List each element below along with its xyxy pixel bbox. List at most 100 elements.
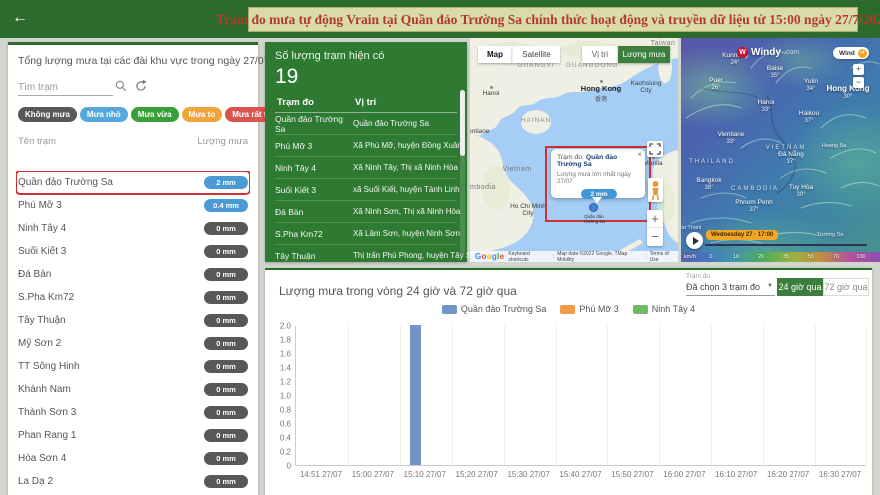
windy-map[interactable]: Kunming24°Puer26°Baise35°Yulin34°Hong Ko… [681, 38, 880, 262]
windy-zoom-out-button[interactable]: − [853, 77, 864, 88]
wind-speed-scale: km/h01020355570100 [681, 252, 880, 262]
stations-table-row[interactable]: Suối Kiết 3xã Suối Kiết, huyện Tánh Linh [275, 179, 457, 201]
zoom-out-button[interactable]: − [647, 228, 663, 246]
rain-level-chip-3[interactable]: Mưa to [182, 107, 223, 122]
map-data-text: Map data ©2022 Google, TMap Mobility [557, 251, 642, 263]
station-name: Thành Sơn 3 [18, 407, 76, 418]
play-button[interactable] [686, 232, 703, 249]
station-row[interactable]: Ninh Tây 40 mm [16, 217, 250, 240]
timeline-tooltip[interactable]: Wednesday 27 · 17:00 [706, 230, 778, 240]
station-name: Phú Mỡ 3 [18, 200, 62, 211]
last-72h-button[interactable]: 72 giờ qua [823, 278, 869, 296]
y-axis-tick: 0 [287, 462, 291, 471]
station-row[interactable]: Đá Bàn0 mm [16, 263, 250, 286]
stations-table-header: Trạm đo Vị trí [275, 89, 457, 113]
station-row[interactable]: Tây Thuận 0 mm [16, 309, 250, 332]
station-select-dropdown[interactable]: Đã chọn 3 trạm đo ▼ [686, 282, 775, 296]
legend-item[interactable]: Ninh Tây 4 [633, 304, 695, 314]
satellite-type-button[interactable]: Satellite [512, 46, 560, 63]
back-arrow-icon[interactable]: ← [12, 9, 28, 27]
map-type-button[interactable]: Map [478, 46, 512, 63]
gridline [607, 326, 608, 465]
station-name: Tây Thuận [18, 315, 66, 326]
city-dot [490, 86, 493, 89]
chevron-down-icon: ▼ [767, 283, 773, 289]
column-location: Vị trí [355, 97, 376, 108]
x-axis-tick: 16:10 27/07 [715, 470, 757, 479]
cell-location: xã Suối Kiết, huyện Tánh Linh [353, 185, 460, 194]
scrollbar-thumb[interactable] [460, 90, 465, 156]
refresh-icon[interactable] [134, 79, 148, 93]
chart-legend: Quần đảo Trường Sa Phú Mỡ 3 Ninh Tây 4 [265, 304, 872, 314]
location-tab-button[interactable]: Vị trí [582, 46, 618, 63]
gridline [711, 326, 712, 465]
cell-station: Phú Mỡ 3 [275, 141, 353, 151]
rain-amount-badge: 0.4 mm [204, 199, 248, 212]
windy-zoom-in-button[interactable]: + [853, 64, 864, 75]
station-row[interactable]: Quần đảo Trường Sa2 mm [16, 171, 250, 194]
gridline [815, 326, 816, 465]
zoom-in-button[interactable]: + [647, 210, 663, 228]
popup-subtitle: Lượng mưa lớn nhất ngày 27/07 [557, 171, 641, 185]
legend-label: Ninh Tây 4 [652, 304, 695, 314]
stations-table-row[interactable]: Ninh Tây 4Xã Ninh Tây, Thị xã Ninh Hòa [275, 157, 457, 179]
station-row[interactable]: Hòa Sơn 40 mm [16, 447, 250, 470]
rain-amount-badge: 0 mm [204, 222, 248, 235]
terms-link[interactable]: Terms of Use [650, 251, 678, 263]
search-input[interactable] [18, 80, 113, 96]
gridline [763, 326, 764, 465]
station-name: Quần đảo Trường Sa [18, 177, 113, 188]
column-rain-amount: Lượng mưa [197, 136, 248, 147]
rain-amount-badge: 0 mm [204, 314, 248, 327]
station-name: TT Sông Hinh [18, 361, 80, 372]
windy-logo[interactable]: W Windy .com [737, 47, 799, 58]
stations-table-row[interactable]: Tây ThuậnThị trấn Phú Phong, huyện Tây S… [275, 245, 457, 267]
chart-plot-area [295, 326, 866, 466]
stations-table-row[interactable]: Phú Mỡ 3Xã Phú Mỡ, huyện Đồng Xuân [275, 135, 457, 157]
rain-amount-badge: 0 mm [204, 383, 248, 396]
station-marker[interactable] [589, 203, 598, 212]
rain-amount-badge: 0 mm [204, 268, 248, 281]
station-row[interactable]: S.Pha Km720 mm [16, 286, 250, 309]
timeline-track[interactable] [705, 244, 867, 246]
rain-level-chip-1[interactable]: Mưa nhỏ [80, 107, 128, 122]
legend-swatch [560, 305, 575, 314]
wind-layer-button[interactable]: Wind ➜ [833, 47, 869, 59]
rain-summary-panel: Tổng lượng mưa tại các đài khu vực trong… [8, 42, 258, 495]
stations-table-row[interactable]: Quần đảo Trường SaQuần đảo Trường Sa [275, 113, 457, 135]
fullscreen-button[interactable] [647, 141, 663, 157]
pegman-streetview-button[interactable] [648, 178, 663, 202]
station-row[interactable]: Phan Rang 10 mm [16, 424, 250, 447]
station-row[interactable]: Thành Sơn 30 mm [16, 401, 250, 424]
wind-arrow-icon: ➜ [858, 49, 867, 58]
rain-tab-button[interactable]: Lượng mưa [618, 46, 670, 63]
app-header: ← Trạm đo mưa tự động Vrain tại Quần đảo… [0, 0, 880, 38]
windy-logo-icon: W [737, 47, 748, 58]
y-axis-tick: 1.8 [280, 336, 291, 345]
map-zoom-control: + − [647, 210, 663, 246]
legend-swatch [633, 305, 648, 314]
station-row[interactable]: Phú Mỡ 3 0.4 mm [16, 194, 250, 217]
stations-table-row[interactable]: S.Pha Km72Xã Lâm Sơn, huyện Ninh Sơn [275, 223, 457, 245]
station-row[interactable]: Khánh Nam0 mm [16, 378, 250, 401]
stations-table-row[interactable]: Đá BànXã Ninh Sơn, Thị xã Ninh Hòa [275, 201, 457, 223]
keyboard-shortcuts-link[interactable]: Keyboard shortcuts [508, 251, 550, 263]
legend-item[interactable]: Phú Mỡ 3 [560, 304, 618, 314]
google-map[interactable]: GUANGXIGUANGDONGTaiwanHanoiHong Kong香港Ka… [470, 38, 678, 262]
rain-amount-badge: 0 mm [204, 452, 248, 465]
station-list: Quần đảo Trường Sa2 mm Phú Mỡ 3 0.4 mm Ninh… [16, 171, 250, 495]
rain-amount-badge: 0 mm [204, 245, 248, 258]
rain-level-chip-0[interactable]: Không mưa [18, 107, 77, 122]
chart-title: Lượng mưa trong vòng 24 giờ và 72 giờ qu… [279, 284, 517, 298]
station-row[interactable]: Mỹ Sơn 20 mm [16, 332, 250, 355]
marker-label: Quần đảo Trường Sa [577, 214, 611, 225]
legend-item[interactable]: Quần đảo Trường Sa [442, 304, 546, 314]
search-icon[interactable] [114, 79, 128, 93]
station-row[interactable]: Suối Kiết 30 mm [16, 240, 250, 263]
popup-close-icon[interactable]: × [637, 150, 642, 159]
station-row[interactable]: La Dạ 20 mm [16, 470, 250, 493]
last-24h-button[interactable]: 24 giờ qua [777, 278, 823, 296]
station-row[interactable]: TT Sông Hinh0 mm [16, 355, 250, 378]
x-axis-tick: 16:00 27/07 [663, 470, 705, 479]
rain-level-chip-2[interactable]: Mưa vừa [131, 107, 179, 122]
